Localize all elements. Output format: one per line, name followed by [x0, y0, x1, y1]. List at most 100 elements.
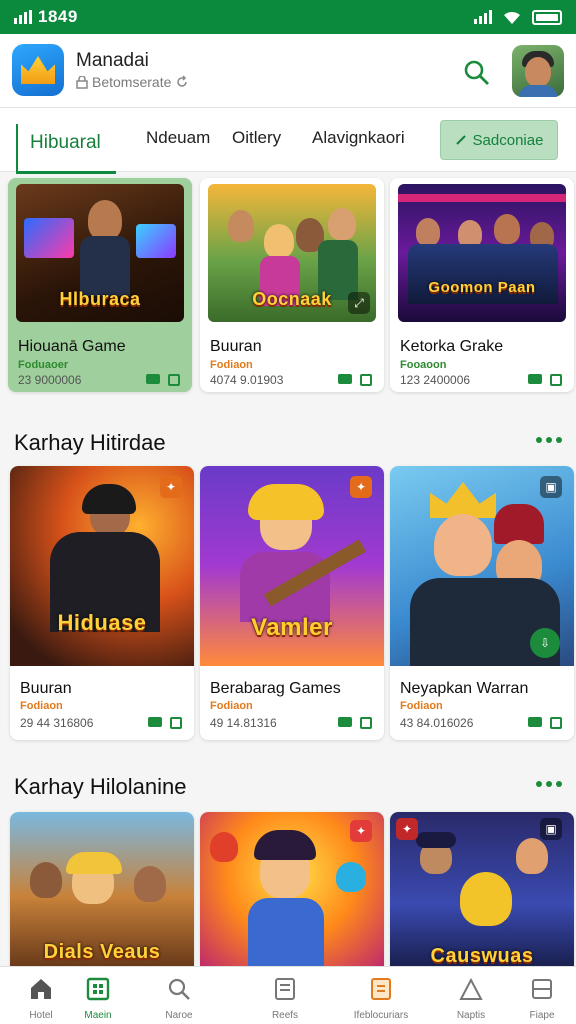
grid-icon	[86, 977, 110, 1001]
game-thumbnail: Hiduase ✦	[10, 466, 194, 666]
bookmark-icon[interactable]	[168, 374, 180, 386]
tent-icon	[459, 977, 483, 1000]
game-card[interactable]: Vamler ✦ Berabarag Games Fodiaon 49 14.8…	[200, 466, 384, 740]
nav-label: Naptis	[456, 1010, 486, 1021]
game-card[interactable]: Goomon Paan Ketorka Grake Fooaoon 123 24…	[390, 178, 574, 392]
tab-item-2[interactable]: Oitlery	[232, 128, 281, 148]
status-bar: 1849	[0, 0, 576, 34]
app-logo-icon[interactable]	[12, 44, 64, 96]
download-icon[interactable]	[338, 374, 352, 384]
signal-icon	[14, 10, 32, 24]
search-icon[interactable]	[462, 58, 492, 88]
download-icon[interactable]	[146, 374, 160, 384]
nav-library[interactable]: Ifeblocuriars	[338, 967, 424, 1024]
card-actions	[148, 717, 182, 729]
game-name: Buuran	[20, 680, 72, 697]
home-icon	[31, 979, 51, 999]
download-icon[interactable]	[528, 374, 542, 384]
game-name: Ketorka Grake	[400, 338, 504, 355]
game-card[interactable]: Hlburaca Hiouanā Game Foduaoer 23 900000…	[8, 178, 192, 392]
game-card[interactable]: Dials Veaus	[10, 812, 194, 966]
tab-active[interactable]: Hibuaral	[16, 124, 116, 174]
game-name: Neyapkan Warran	[400, 680, 529, 697]
game-stat: 29 44 316806	[20, 716, 94, 730]
card-actions	[528, 717, 562, 729]
user-avatar[interactable]	[512, 45, 564, 97]
more-options-icon[interactable]	[536, 781, 562, 787]
bookmark-icon[interactable]	[170, 717, 182, 729]
game-meta: Fooaoon	[400, 359, 447, 371]
nav-feed[interactable]: Reefs	[244, 967, 326, 1024]
nav-maps[interactable]: Naptis	[430, 967, 512, 1024]
more-options-icon[interactable]	[536, 437, 562, 443]
game-thumbnail: Oocnaak ⤢	[208, 184, 376, 322]
game-card[interactable]: ✦	[200, 812, 384, 966]
game-thumbnail: Hlburaca	[16, 184, 184, 322]
card-actions	[146, 374, 180, 386]
game-stat: 49 14.81316	[210, 716, 277, 730]
game-stat: 4074 9.01903	[210, 373, 284, 387]
download-icon[interactable]	[528, 717, 542, 727]
game-name: Buuran	[210, 338, 262, 355]
game-thumbnail: ✦	[200, 812, 384, 966]
battery-icon	[532, 9, 562, 25]
nav-label: Fiape	[529, 1010, 555, 1021]
nav-label: Ifeblocuriars	[353, 1010, 409, 1021]
game-stat: 123 2400006	[400, 373, 471, 387]
bookmark-icon[interactable]	[360, 374, 372, 386]
download-icon[interactable]	[148, 717, 162, 727]
card-actions	[338, 374, 372, 386]
game-name: Berabarag Games	[210, 680, 341, 697]
pencil-icon	[455, 135, 466, 145]
status-left: 1849	[14, 7, 78, 27]
app-title: Manadai	[76, 50, 149, 71]
nav-label: Naroe	[165, 1010, 193, 1021]
bookmark-icon[interactable]	[550, 717, 562, 729]
nav-main[interactable]: Maein	[57, 967, 139, 1024]
download-icon[interactable]	[338, 717, 352, 727]
install-icon[interactable]: ⇩	[530, 628, 560, 658]
library-icon	[371, 978, 391, 1000]
bookmark-badge-icon[interactable]: ▣	[540, 476, 562, 498]
thumbnail-title: Goomon Paan	[428, 279, 536, 296]
game-card[interactable]: ▣ ⇩ Neyapkan Warran Fodiaon 43 84.016026	[390, 466, 574, 740]
game-meta: Fodiaon	[400, 700, 443, 712]
bookmark-icon[interactable]	[360, 717, 372, 729]
bookmark-badge-icon[interactable]: ▣	[540, 818, 562, 840]
card-actions	[528, 374, 562, 386]
thumbnail-title: Hiduase	[57, 610, 147, 635]
game-stat: 23 9000006	[18, 373, 82, 387]
nav-files[interactable]: Fiape	[508, 967, 576, 1024]
bookmark-icon[interactable]	[550, 374, 562, 386]
section-title: Karhay Hitirdae	[14, 430, 166, 455]
tab-item-3[interactable]: Alavignkaori	[312, 128, 405, 148]
game-meta: Fodiaon	[210, 700, 253, 712]
nav-label: Maein	[84, 1010, 112, 1021]
lock-icon	[76, 75, 88, 89]
game-thumbnail: Causwuas ✦ ▣	[390, 812, 574, 966]
card-actions	[338, 717, 372, 729]
cta-label: Sadconiae	[472, 131, 544, 149]
game-thumbnail: Goomon Paan	[398, 184, 566, 322]
game-stat: 43 84.016026	[400, 716, 474, 730]
fire-icon: ✦	[160, 476, 182, 498]
game-card[interactable]: Oocnaak ⤢ Buuran Fodiaon 4074 9.01903	[200, 178, 384, 392]
thumbnail-title: Hlburaca	[59, 289, 141, 309]
game-thumbnail: ▣ ⇩	[390, 466, 574, 666]
game-thumbnail: Vamler ✦	[200, 466, 384, 666]
thumbnail-title: Causwuas	[430, 945, 534, 966]
fire-icon: ✦	[350, 820, 372, 842]
game-card[interactable]: Causwuas ✦ ▣	[390, 812, 574, 966]
game-card[interactable]: Hiduase ✦ Buuran Fodiaon 29 44 316806	[10, 466, 194, 740]
app-header: Manadai Betomserate	[0, 34, 576, 108]
search-icon	[168, 978, 190, 1000]
folder-icon	[532, 979, 552, 999]
expand-icon[interactable]: ⤢	[348, 292, 370, 314]
cta-button[interactable]: Sadconiae	[440, 120, 558, 160]
game-meta: Fodiaon	[210, 359, 253, 371]
nav-search[interactable]: Naroe	[138, 967, 220, 1024]
game-thumbnail: Dials Veaus	[10, 812, 194, 966]
refresh-icon[interactable]	[175, 75, 189, 89]
tab-item-1[interactable]: Ndeuam	[146, 128, 210, 148]
bottom-navigation: Hotel Maein Naroe Reefs Ifeblocuriars Na…	[0, 966, 576, 1024]
